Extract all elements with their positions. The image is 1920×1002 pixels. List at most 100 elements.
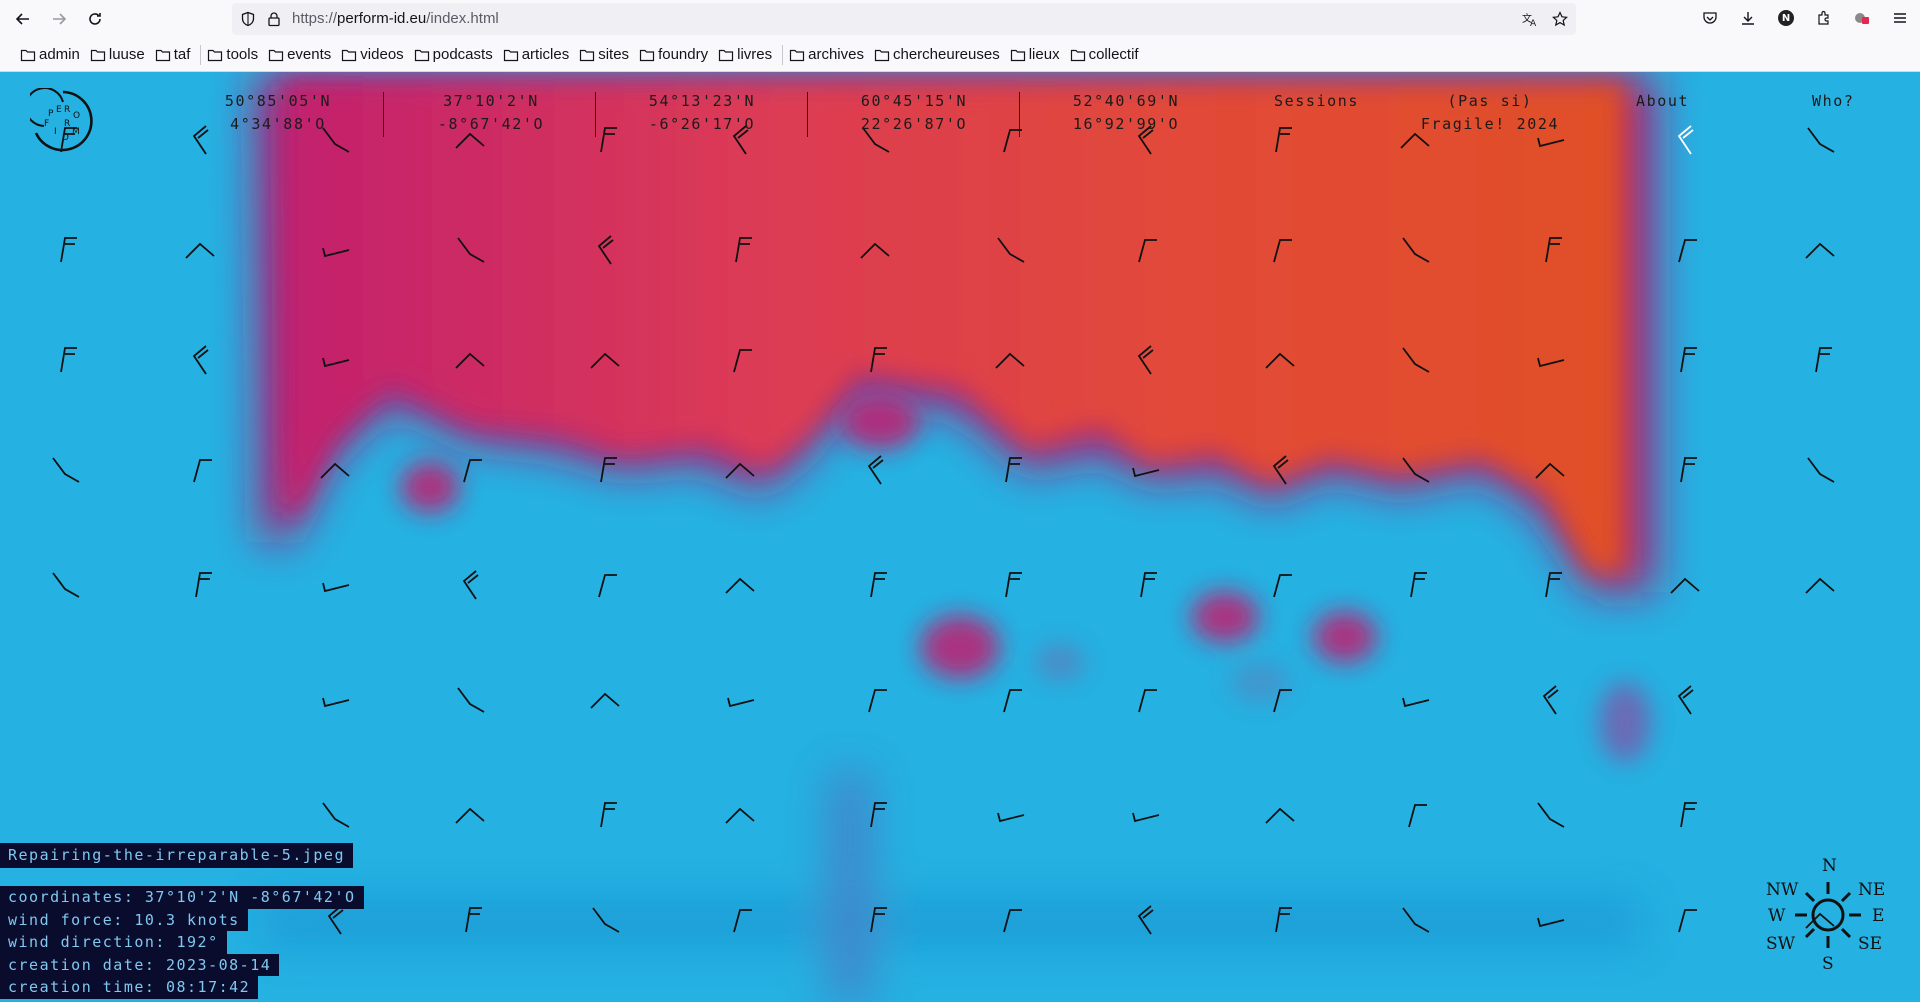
wind-barb-icon[interactable]	[1537, 802, 1565, 828]
wind-barb-icon[interactable]	[192, 345, 209, 375]
bookmark-folder-archives[interactable]: archives	[789, 46, 864, 63]
wind-barb-icon[interactable]	[1542, 685, 1559, 715]
bookmark-star-icon[interactable]	[1552, 11, 1568, 27]
wind-barb-icon[interactable]	[597, 235, 614, 265]
wind-barb-icon[interactable]	[590, 692, 620, 709]
wind-barb-icon[interactable]	[455, 352, 485, 369]
wind-barb-icon[interactable]	[1140, 572, 1157, 598]
wind-barb-icon[interactable]	[1400, 132, 1430, 149]
wind-barb-icon[interactable]	[320, 462, 350, 479]
wind-barb-icon[interactable]	[1272, 455, 1289, 485]
wind-barb-icon[interactable]	[52, 572, 80, 598]
wind-barb-icon[interactable]	[870, 802, 887, 828]
wind-barb-icon[interactable]	[1807, 127, 1835, 153]
wind-barb-icon[interactable]	[860, 242, 890, 259]
addon-badge-icon[interactable]	[1854, 10, 1870, 26]
wind-barb-icon[interactable]	[867, 455, 884, 485]
wind-barb-icon[interactable]	[1537, 137, 1565, 148]
wind-barb-icon[interactable]	[1132, 812, 1160, 823]
wind-barb-icon[interactable]	[1408, 804, 1427, 828]
wind-barb-icon[interactable]	[1003, 689, 1022, 713]
wind-barb-icon[interactable]	[1402, 907, 1430, 933]
wind-barb-icon[interactable]	[1677, 125, 1694, 155]
wind-barb-icon[interactable]	[725, 807, 755, 824]
image-filename[interactable]: Repairing-the-irreparable-5.jpeg	[0, 843, 353, 868]
bookmark-folder-chercheureuses[interactable]: chercheureuses	[874, 46, 1000, 63]
wind-barb-icon[interactable]	[1815, 347, 1832, 373]
wind-barb-icon[interactable]	[1003, 129, 1022, 153]
translate-icon[interactable]: 文A	[1522, 11, 1538, 27]
wind-barb-icon[interactable]	[462, 570, 479, 600]
wind-barb-icon[interactable]	[1678, 239, 1697, 263]
menu-icon[interactable]	[1892, 10, 1908, 26]
wind-barb-icon[interactable]	[195, 572, 212, 598]
bookmark-folder-sites[interactable]: sites	[579, 46, 629, 63]
wind-barb-icon[interactable]	[1805, 577, 1835, 594]
pocket-icon[interactable]	[1702, 10, 1718, 26]
wind-barb-icon[interactable]	[1680, 802, 1697, 828]
wind-barb-icon[interactable]	[455, 807, 485, 824]
wind-barb-icon[interactable]	[733, 349, 752, 373]
wind-barb-icon[interactable]	[60, 347, 77, 373]
wind-barb-icon[interactable]	[1265, 352, 1295, 369]
wind-barb-icon[interactable]	[870, 572, 887, 598]
bookmark-folder-livres[interactable]: livres	[718, 46, 772, 63]
wind-barb-icon[interactable]	[455, 132, 485, 149]
wind-barb-icon[interactable]	[870, 347, 887, 373]
bookmark-folder-events[interactable]: events	[268, 46, 331, 63]
wind-barb-icon[interactable]	[1005, 457, 1022, 483]
wind-barb-icon[interactable]	[1137, 345, 1154, 375]
wind-barb-icon[interactable]	[1273, 689, 1292, 713]
wind-barb-icon[interactable]	[1402, 347, 1430, 373]
bookmark-folder-articles[interactable]: articles	[503, 46, 569, 63]
wind-barb-icon[interactable]	[727, 697, 755, 708]
shield-icon[interactable]	[240, 11, 256, 27]
bookmark-folder-videos[interactable]: videos	[341, 46, 404, 63]
wind-barb-icon[interactable]	[862, 127, 890, 153]
wind-barb-icon[interactable]	[1402, 237, 1430, 263]
wind-barb-icon[interactable]	[1275, 907, 1292, 933]
download-icon[interactable]	[1740, 10, 1756, 26]
wind-barb-icon[interactable]	[600, 457, 617, 483]
wind-barb-icon[interactable]	[725, 462, 755, 479]
wind-barb-icon[interactable]	[1138, 689, 1157, 713]
wind-barb-icon[interactable]	[1807, 457, 1835, 483]
url-text[interactable]: https://perform-id.eu/index.html	[292, 10, 499, 27]
wind-barb-icon[interactable]	[322, 127, 350, 153]
forward-button[interactable]	[44, 4, 74, 34]
wind-barb-icon[interactable]	[1535, 462, 1565, 479]
wind-barb-icon[interactable]	[193, 459, 212, 483]
wind-barb-icon[interactable]	[725, 577, 755, 594]
wind-barb-icon[interactable]	[52, 457, 80, 483]
extensions-icon[interactable]	[1816, 10, 1832, 26]
wind-barb-icon[interactable]	[1132, 467, 1160, 478]
wind-barb-icon[interactable]	[1265, 807, 1295, 824]
wind-barb-icon[interactable]	[322, 357, 350, 368]
wind-barb-icon[interactable]	[60, 237, 77, 263]
wind-barb-icon[interactable]	[1273, 574, 1292, 598]
wind-barb-icon[interactable]	[997, 237, 1025, 263]
wind-barb-icon[interactable]	[185, 242, 215, 259]
wind-barb-icon[interactable]	[1537, 917, 1565, 928]
wind-barb-icon[interactable]	[1677, 685, 1694, 715]
bookmark-folder-luuse[interactable]: luuse	[90, 46, 145, 63]
profile-avatar[interactable]: N	[1778, 10, 1794, 26]
url-bar[interactable]: https://perform-id.eu/index.html 文A	[232, 3, 1576, 35]
wind-barb-icon[interactable]	[592, 907, 620, 933]
wind-barb-icon[interactable]	[732, 125, 749, 155]
wind-barb-icon[interactable]	[1137, 125, 1154, 155]
wind-barb-icon[interactable]	[735, 237, 752, 263]
wind-barb-icon[interactable]	[1273, 239, 1292, 263]
wind-barb-icon[interactable]	[1537, 357, 1565, 368]
wind-barb-icon[interactable]	[1670, 577, 1700, 594]
wind-barb-icon[interactable]	[1137, 905, 1154, 935]
bookmark-folder-podcasts[interactable]: podcasts	[414, 46, 493, 63]
wind-barb-icon[interactable]	[322, 802, 350, 828]
bookmark-folder-taf[interactable]: taf	[155, 46, 190, 63]
wind-barb-icon[interactable]	[1003, 909, 1022, 933]
wind-barb-icon[interactable]	[733, 909, 752, 933]
wind-barb-icon[interactable]	[870, 907, 887, 933]
bookmark-folder-foundry[interactable]: foundry	[639, 46, 708, 63]
wind-barb-icon[interactable]	[1545, 572, 1562, 598]
compass-rose[interactable]: N NE E SE S SW W NW	[1758, 848, 1898, 978]
